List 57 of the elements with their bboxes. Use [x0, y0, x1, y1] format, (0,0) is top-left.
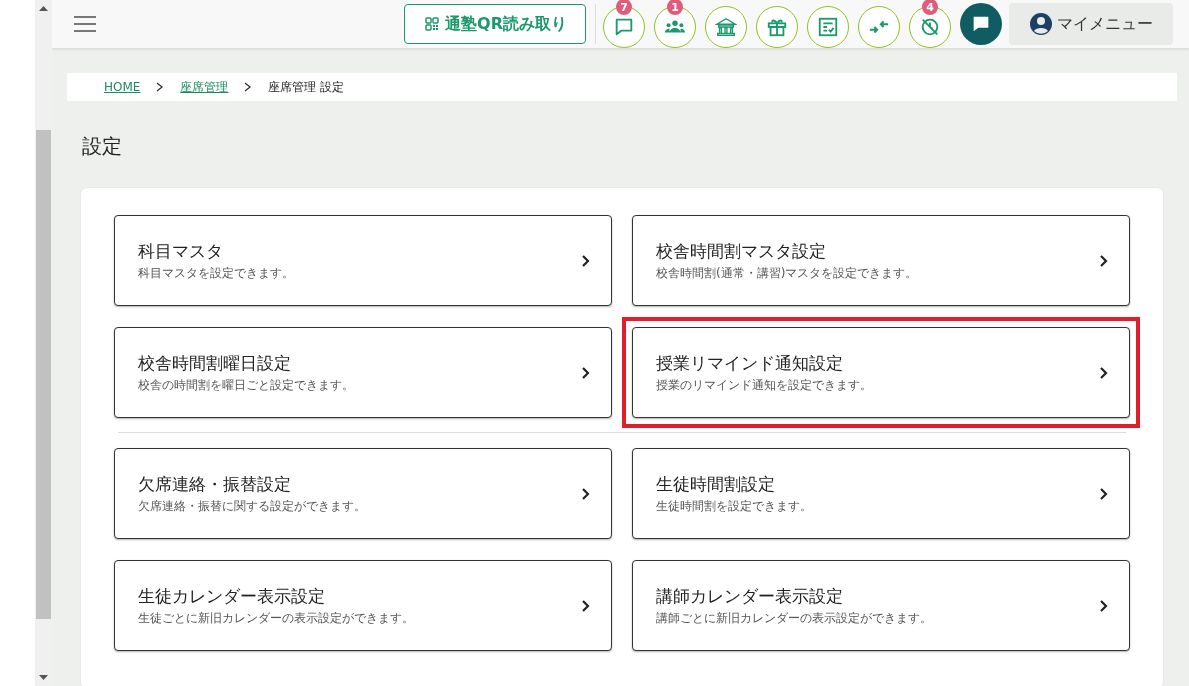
my-menu-button[interactable]: マイメニュー: [1009, 3, 1173, 45]
speech-bubble-icon: [613, 16, 635, 38]
chevron-icon: [581, 598, 591, 613]
tile-description: 講師ごとに新旧カレンダーの表示設定ができます。: [656, 609, 933, 627]
scroll-thumb[interactable]: [36, 130, 51, 619]
qr-code-icon: [425, 17, 440, 31]
tile-description: 生徒時間割を設定できます。: [656, 497, 813, 515]
tile-title: 生徒カレンダー表示設定: [138, 584, 326, 608]
menu-icon[interactable]: [72, 14, 98, 34]
qr-scan-button[interactable]: 通塾QR読み取り: [404, 4, 586, 44]
user-avatar-icon: [1029, 12, 1053, 36]
chevron-icon: [244, 82, 253, 92]
count-badge: 4: [922, 0, 938, 15]
chevron-icon: [156, 82, 165, 92]
arrows-inward-button[interactable]: [858, 6, 900, 48]
settings-tile[interactable]: 科目マスタ 科目マスタを設定できます。: [114, 215, 612, 306]
settings-tile[interactable]: 校舎時間割マスタ設定 校舎時間割(通常・講習)マスタを設定できます。: [632, 215, 1130, 306]
settings-tile[interactable]: 講師カレンダー表示設定 講師ごとに新旧カレンダーの表示設定ができます。: [632, 560, 1130, 651]
chevron-icon: [581, 253, 591, 268]
tile-title: 校舎時間割マスタ設定: [656, 239, 827, 263]
tile-description: 校舎の時間割を曜日ごと設定できます。: [138, 376, 355, 394]
settings-tile[interactable]: 校舎時間割曜日設定 校舎の時間割を曜日ごと設定できます。: [114, 327, 612, 418]
tile-description: 科目マスタを設定できます。: [138, 264, 295, 282]
count-badge: 1: [667, 0, 683, 15]
count-badge: 7: [616, 0, 632, 15]
tile-description: 生徒ごとに新旧カレンダーの表示設定ができます。: [138, 609, 415, 627]
breadcrumb-link[interactable]: 座席管理: [180, 78, 229, 96]
chevron-icon: [1099, 598, 1109, 613]
checklist-icon: [817, 16, 839, 38]
scrollbar[interactable]: [35, 0, 52, 686]
tile-title: 講師カレンダー表示設定: [656, 584, 844, 608]
tile-title: 校舎時間割曜日設定: [138, 351, 292, 375]
tile-title: 授業リマインド通知設定: [656, 351, 844, 375]
chat-button[interactable]: [960, 3, 1002, 45]
breadcrumb-current: 座席管理 設定: [268, 78, 345, 96]
breadcrumb-link[interactable]: HOME: [104, 80, 141, 94]
chevron-icon: [1099, 486, 1109, 501]
chevron-icon: [581, 365, 591, 380]
settings-tile[interactable]: 授業リマインド通知設定 授業のリマインド通知を設定できます。: [632, 327, 1130, 418]
chevron-icon: [1099, 365, 1109, 380]
building-icon: [715, 16, 737, 38]
page-title: 設定: [82, 133, 123, 160]
building-button[interactable]: [705, 6, 747, 48]
tile-title: 生徒時間割設定: [656, 472, 776, 496]
settings-tile[interactable]: 欠席連絡・振替設定 欠席連絡・振替に関する設定ができます。: [114, 448, 612, 539]
chevron-icon: [1099, 253, 1109, 268]
gift-button[interactable]: [756, 6, 798, 48]
tile-description: 校舎時間割(通常・講習)マスタを設定できます。: [656, 264, 919, 282]
tile-description: 欠席連絡・振替に関する設定ができます。: [138, 497, 367, 515]
tile-description: 授業のリマインド通知を設定できます。: [656, 376, 873, 394]
chevron-icon: [581, 486, 591, 501]
tile-title: 欠席連絡・振替設定: [138, 472, 292, 496]
settings-tile[interactable]: 生徒時間割設定 生徒時間割を設定できます。: [632, 448, 1130, 539]
crossed-clock-icon: [919, 16, 941, 38]
tile-title: 科目マスタ: [138, 239, 224, 263]
settings-tile[interactable]: 生徒カレンダー表示設定 生徒ごとに新旧カレンダーの表示設定ができます。: [114, 560, 612, 651]
checklist-button[interactable]: [807, 6, 849, 48]
